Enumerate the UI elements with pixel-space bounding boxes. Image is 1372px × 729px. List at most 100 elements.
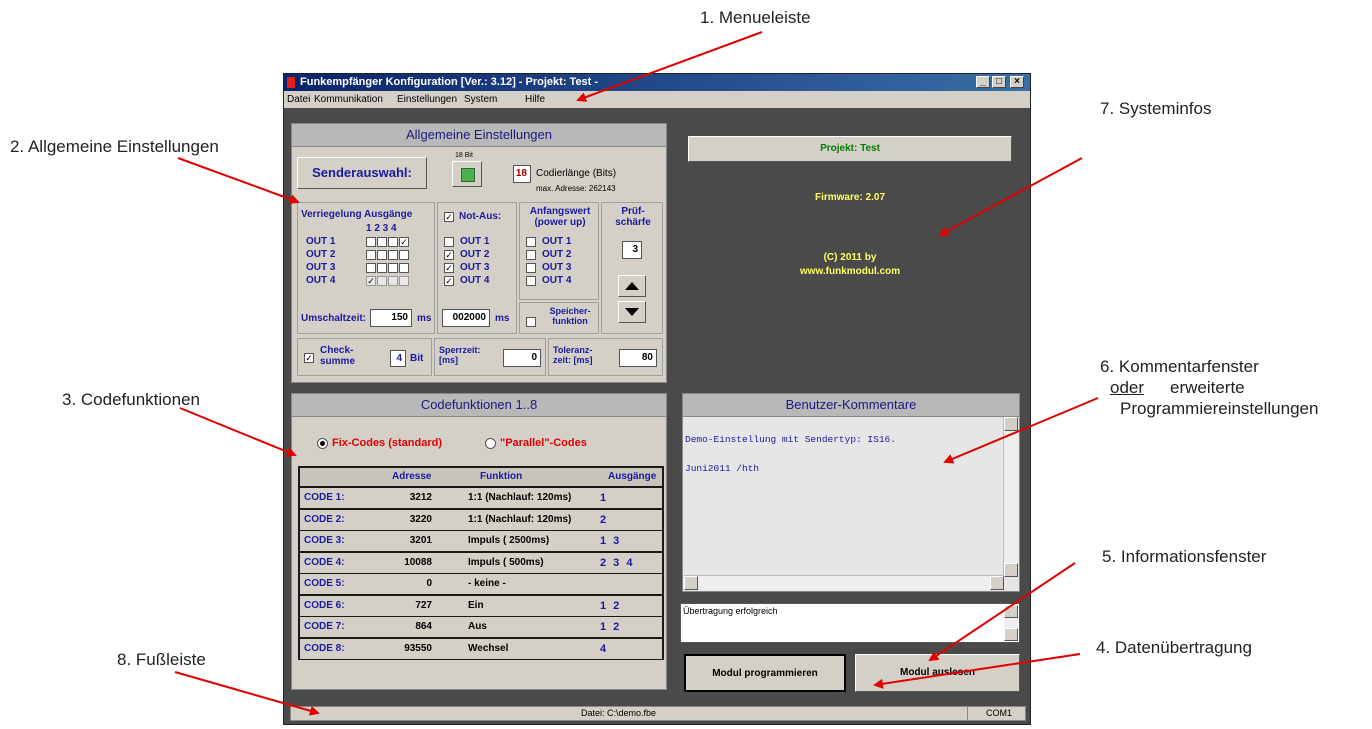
window-title: Funkempfänger Konfiguration [Ver.: 3.12]…: [300, 76, 599, 88]
annotation-kommentar-line1: 6. Kommentarfenster: [1100, 357, 1259, 376]
code-adresse: 3220: [409, 513, 432, 525]
column-ausgaenge: Ausgänge: [608, 471, 657, 482]
bit-select-button[interactable]: [452, 161, 482, 187]
code-row-6[interactable]: CODE 6: 727 Ein 1 2: [300, 595, 662, 616]
code-row-7[interactable]: CODE 7: 864 Aus 1 2: [300, 617, 662, 637]
verriegelung-out2-col4-checkbox[interactable]: [399, 250, 409, 260]
menu-kommunikation[interactable]: Kommunikation: [314, 91, 383, 108]
code-row-5[interactable]: CODE 5: 0 - keine -: [300, 574, 662, 594]
menu-system[interactable]: System: [464, 91, 497, 108]
umschaltzeit-input[interactable]: 150: [370, 309, 412, 327]
minimize-button[interactable]: _: [976, 76, 990, 88]
checksumme-input[interactable]: 4: [390, 350, 406, 367]
fix-codes-radio[interactable]: [317, 438, 328, 449]
menu-hilfe[interactable]: Hilfe: [525, 91, 545, 108]
bit-label: 18 Bit: [455, 152, 473, 159]
code-funktion: Aus: [468, 621, 487, 632]
notaus-label: Not-Aus:: [459, 211, 502, 222]
senderauswahl-button[interactable]: Senderauswahl:: [297, 157, 427, 189]
kommentar-line2[interactable]: Juni2011 /hth: [685, 463, 759, 474]
code-funktion: - keine -: [468, 578, 506, 589]
verriegelung-out4-col3-checkbox[interactable]: [388, 276, 398, 286]
code-adresse: 864: [415, 621, 432, 632]
kommentar-hscrollbar[interactable]: [684, 575, 1004, 590]
anfangswert-title: Anfangswert (power up): [529, 206, 591, 228]
anfangswert-out2-checkbox[interactable]: [526, 250, 536, 260]
scroll-down-button[interactable]: [1004, 563, 1018, 577]
verriegelung-out1-col3-checkbox[interactable]: [388, 237, 398, 247]
scroll-left-button[interactable]: [684, 576, 698, 590]
verriegelung-out2-label: OUT 2: [306, 249, 336, 260]
verriegelung-columns: 1 2 3 4: [366, 223, 397, 234]
maximize-button[interactable]: □: [992, 76, 1006, 88]
scroll-up-button[interactable]: [1004, 417, 1018, 431]
notaus-out3-checkbox[interactable]: ✓: [444, 263, 454, 273]
verriegelung-out2-col3-checkbox[interactable]: [388, 250, 398, 260]
anfangswert-out4-checkbox[interactable]: [526, 276, 536, 286]
status-divider: [967, 707, 968, 720]
modul-auslesen-button[interactable]: Modul auslesen: [855, 654, 1020, 692]
annotation-informationsfenster: 5. Informationsfenster: [1102, 547, 1267, 566]
arrow-down-icon: [625, 308, 639, 316]
menu-datei[interactable]: Datei: [287, 91, 310, 108]
annotation-systeminfos: 7. Systeminfos: [1100, 99, 1212, 118]
codierlaenge-input[interactable]: 18: [513, 165, 531, 183]
menu-einstellungen[interactable]: Einstellungen: [397, 91, 457, 108]
kommentar-line1[interactable]: Demo-Einstellung mit Sendertyp: IS16.: [685, 434, 896, 445]
code-row-2[interactable]: CODE 2: 3220 1:1 (Nachlauf: 120ms) 2: [300, 509, 662, 530]
notaus-input[interactable]: 002000: [442, 309, 490, 327]
pruef-down-button[interactable]: [618, 301, 646, 323]
code-adresse: 93550: [404, 642, 432, 654]
parallel-codes-radio[interactable]: [485, 438, 496, 449]
notaus-out4-checkbox[interactable]: ✓: [444, 276, 454, 286]
code-row-3[interactable]: CODE 3: 3201 Impuls ( 2500ms) 1 3: [300, 531, 662, 551]
verriegelung-out4-col4-checkbox[interactable]: [399, 276, 409, 286]
toleranz-input[interactable]: 80: [619, 349, 657, 367]
info-scrollbar[interactable]: [1004, 605, 1018, 641]
anfangswert-out1-checkbox[interactable]: [526, 237, 536, 247]
notaus-out4-label: OUT 4: [460, 275, 490, 286]
modul-programmieren-button[interactable]: Modul programmieren: [684, 654, 846, 692]
verriegelung-out1-col1-checkbox[interactable]: [366, 237, 376, 247]
verriegelung-out4-col1-checkbox[interactable]: ✓: [366, 276, 376, 286]
code-row-4[interactable]: CODE 4: 10088 Impuls ( 500ms) 2 3 4: [300, 552, 662, 573]
code-adresse: 0: [426, 578, 432, 589]
code-row-1[interactable]: CODE 1: 3212 1:1 (Nachlauf: 120ms) 1: [300, 488, 662, 508]
notaus-out2-checkbox[interactable]: ✓: [444, 250, 454, 260]
verriegelung-out2-col2-checkbox[interactable]: [377, 250, 387, 260]
toleranz-label: Toleranz- zeit: [ms]: [553, 345, 593, 365]
anfangswert-out3-checkbox[interactable]: [526, 263, 536, 273]
speicher-group: Speicher- funktion: [519, 302, 599, 334]
verriegelung-out2-col1-checkbox[interactable]: [366, 250, 376, 260]
code-label: CODE 5:: [304, 578, 345, 589]
notaus-main-checkbox[interactable]: ✓: [444, 212, 454, 222]
code-funktion: 1:1 (Nachlauf: 120ms): [468, 492, 572, 503]
scroll-right-button[interactable]: [990, 576, 1004, 590]
info-scroll-up-button[interactable]: [1004, 605, 1018, 618]
code-row-8[interactable]: CODE 8: 93550 Wechsel 4: [300, 638, 662, 659]
title-bar[interactable]: Funkempfänger Konfiguration [Ver.: 3.12]…: [284, 74, 1030, 91]
pruef-up-button[interactable]: [618, 275, 646, 297]
radio-dot-icon: [320, 441, 325, 446]
notaus-out1-checkbox[interactable]: [444, 237, 454, 247]
annotation-kommentar-erweiterte: erweiterte: [1170, 378, 1245, 397]
speicher-checkbox[interactable]: [526, 317, 536, 327]
verriegelung-out1-col2-checkbox[interactable]: [377, 237, 387, 247]
verriegelung-out3-col2-checkbox[interactable]: [377, 263, 387, 273]
sperrzeit-input[interactable]: 0: [503, 349, 541, 367]
code-adresse: 727: [415, 599, 432, 611]
umschaltzeit-unit: ms: [417, 313, 432, 324]
verriegelung-out3-col1-checkbox[interactable]: [366, 263, 376, 273]
verriegelung-out3-col3-checkbox[interactable]: [388, 263, 398, 273]
checksumme-checkbox[interactable]: ✓: [304, 353, 314, 363]
kommentar-vscrollbar[interactable]: [1003, 417, 1018, 577]
code-label: CODE 4:: [304, 556, 345, 568]
info-scroll-down-button[interactable]: [1004, 628, 1018, 641]
verriegelung-out1-label: OUT 1: [306, 236, 336, 247]
close-button[interactable]: ×: [1010, 76, 1024, 88]
anfangswert-out3-label: OUT 3: [542, 262, 572, 273]
verriegelung-out3-col4-checkbox[interactable]: [399, 263, 409, 273]
verriegelung-out1-col4-checkbox[interactable]: ✓: [399, 237, 409, 247]
verriegelung-out4-col2-checkbox[interactable]: [377, 276, 387, 286]
pruef-input[interactable]: 3: [622, 241, 642, 259]
